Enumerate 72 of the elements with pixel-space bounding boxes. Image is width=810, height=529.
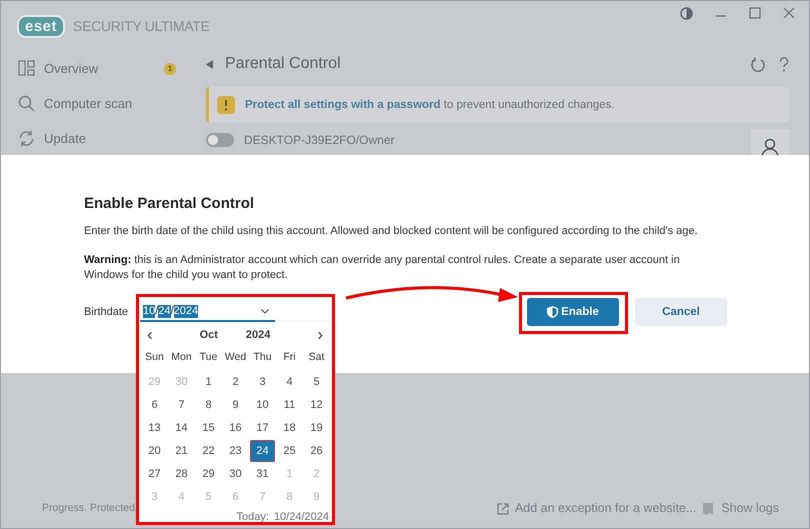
back-icon[interactable] — [206, 60, 213, 68]
warning-icon — [217, 96, 235, 114]
weekday-label: Mon — [171, 350, 192, 364]
shield-icon — [547, 306, 558, 318]
today-label: Today: — [236, 510, 269, 522]
calendar-day[interactable]: 10 — [250, 394, 275, 416]
calendar-day[interactable]: 19 — [304, 417, 329, 439]
page-title: Parental Control — [225, 55, 341, 73]
logo: eset — [17, 14, 66, 38]
weekday-label: Sat — [308, 350, 324, 364]
calendar-day[interactable]: 16 — [223, 417, 248, 439]
calendar-day[interactable]: 3 — [250, 371, 275, 393]
contrast-icon[interactable] — [680, 6, 693, 20]
calendar-day[interactable]: 6 — [142, 394, 167, 416]
calendar-day[interactable]: 23 — [223, 440, 248, 462]
calendar-day[interactable]: 30 — [223, 463, 248, 485]
calendar-day[interactable]: 4 — [277, 371, 302, 393]
today-date[interactable]: 10/24/2024 — [274, 510, 329, 522]
product-name: SECURITY ULTIMATE — [73, 18, 210, 34]
field-label: Birthdate — [84, 306, 130, 318]
cancel-button[interactable]: Cancel — [635, 298, 727, 326]
enable-button[interactable]: Enable — [527, 298, 619, 326]
calendar-day[interactable]: 1 — [196, 371, 221, 393]
calendar-day[interactable]: 8 — [196, 394, 221, 416]
weekday-label: Tue — [200, 350, 218, 364]
search-icon — [18, 95, 35, 112]
calendar-day[interactable]: 24 — [250, 440, 275, 462]
calendar-day[interactable]: 14 — [169, 417, 194, 439]
calendar-day[interactable]: 13 — [142, 417, 167, 439]
calendar-day[interactable]: 31 — [250, 463, 275, 485]
weekday-label: Fri — [283, 350, 296, 364]
account-name: DESKTOP-J39E2FO/Owner — [244, 133, 394, 147]
document-icon — [702, 502, 716, 514]
month-label[interactable]: Oct — [200, 328, 218, 340]
next-month-button[interactable]: › — [317, 326, 323, 343]
refresh-icon — [18, 130, 35, 147]
weekday-label: Wed — [224, 350, 246, 364]
calendar-day[interactable]: 28 — [169, 463, 194, 485]
weekday-label: Thu — [253, 350, 272, 364]
close-icon[interactable] — [783, 7, 795, 19]
chevron-down-icon — [261, 308, 269, 314]
calendar-day[interactable]: 26 — [304, 440, 329, 462]
previous-month-button[interactable]: ‹ — [147, 326, 153, 343]
status-text: Progress. Protected. — [42, 502, 138, 514]
year-label[interactable]: 2024 — [246, 328, 270, 340]
banner-text: Protect all settings with a password to prevent unauthorized changes. — [245, 99, 614, 111]
grid-icon — [18, 60, 35, 77]
dialog-title: Enable Parental Control — [84, 195, 256, 212]
calendar-day[interactable]: 22 — [196, 440, 221, 462]
calendar-day[interactable]: 2 — [223, 371, 248, 393]
calendar-day[interactable]: 15 — [196, 417, 221, 439]
calendar-day[interactable]: 18 — [277, 417, 302, 439]
calendar-day[interactable]: 29 — [196, 463, 221, 485]
calendar-day[interactable]: 17 — [250, 417, 275, 439]
calendar-day[interactable]: 20 — [142, 440, 167, 462]
calendar-day[interactable]: 21 — [169, 440, 194, 462]
toggle-switch[interactable] — [206, 133, 234, 147]
calendar-day[interactable]: 7 — [169, 394, 194, 416]
external-link-icon — [496, 502, 509, 514]
maximize-icon[interactable] — [749, 7, 761, 19]
calendar-day[interactable]: 9 — [223, 394, 248, 416]
calendar-day[interactable]: 12 — [304, 394, 329, 416]
calendar-day[interactable]: 11 — [277, 394, 302, 416]
help-icon[interactable] — [779, 56, 789, 72]
warning-text: Warning: this is an Administrator account which can override any parental control rules. Create a separate user account in Windows for the child you want to protect. — [84, 253, 681, 283]
calendar-day[interactable]: 5 — [304, 371, 329, 393]
weekday-label: Sun — [145, 350, 164, 364]
refresh-icon[interactable] — [750, 56, 765, 72]
description-text: Enter the birth date of the child using this account. Allowed and blocked content will be configured according to the child's age. — [84, 224, 699, 239]
calendar-day[interactable]: 27 — [142, 463, 167, 485]
notification-badge: 1 — [164, 62, 176, 74]
calendar-day[interactable]: 25 — [277, 440, 302, 462]
